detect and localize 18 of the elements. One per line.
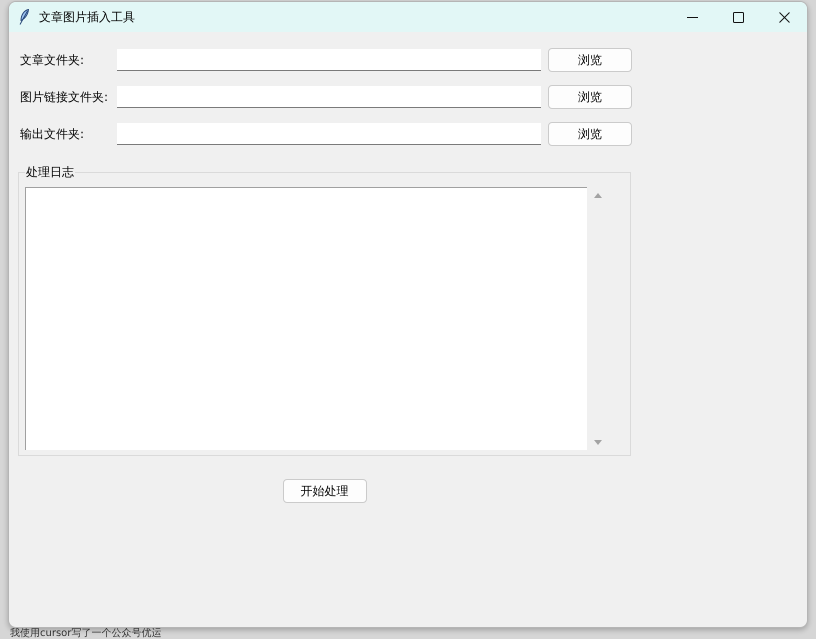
scroll-down-icon[interactable] bbox=[594, 440, 602, 445]
feather-icon bbox=[19, 9, 29, 25]
maximize-icon bbox=[732, 12, 744, 22]
browse-button[interactable]: 浏览 bbox=[548, 85, 632, 109]
folder-label: 图片链接文件夹: bbox=[20, 88, 110, 106]
folder-label: 输出文件夹: bbox=[20, 126, 86, 142]
start-button[interactable]: 开始处理 bbox=[282, 479, 366, 503]
folder-path-field[interactable] bbox=[117, 49, 541, 71]
background-text: 我使用cursor写了一个公众号优运 bbox=[10, 628, 162, 639]
folder-path-field[interactable] bbox=[117, 86, 541, 108]
folder-label: 文章文件夹: bbox=[20, 52, 86, 68]
browse-button[interactable]: 浏览 bbox=[548, 122, 632, 146]
log-panel-title: 处理日志 bbox=[25, 165, 75, 179]
folder-path-field[interactable] bbox=[117, 123, 541, 145]
scroll-up-icon[interactable] bbox=[594, 193, 602, 198]
close-icon bbox=[778, 12, 790, 22]
browse-button[interactable]: 浏览 bbox=[548, 48, 632, 72]
window-title: 文章图片插入工具 bbox=[39, 8, 135, 26]
